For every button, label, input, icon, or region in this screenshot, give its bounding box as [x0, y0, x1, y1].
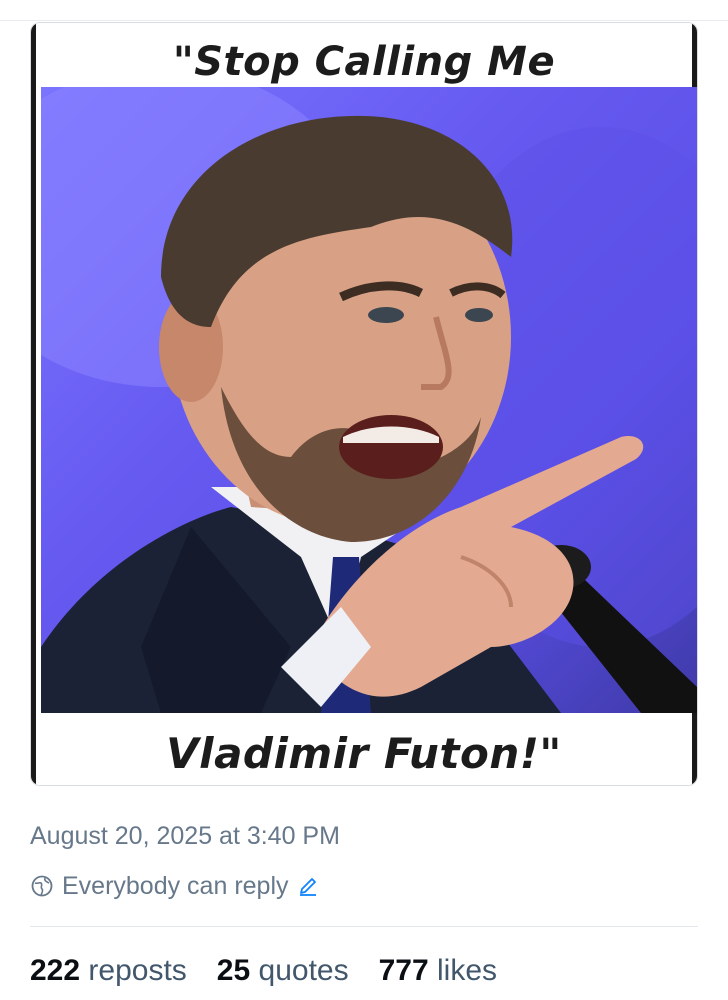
post-timestamp: August 20, 2025 at 3:40 PM	[30, 822, 340, 850]
reply-setting[interactable]: Everybody can reply	[30, 871, 319, 901]
globe-icon	[30, 874, 54, 898]
quotes-count: 25	[216, 954, 251, 987]
post-detail: "Stop Calling Me Vladimir Futon!" August…	[0, 0, 728, 1000]
post-stats: 222 reposts 25 quotes 777 likes	[30, 954, 497, 988]
meme-frame: "Stop Calling Me Vladimir Futon!"	[31, 23, 697, 785]
reposts-label: reposts	[88, 954, 187, 987]
reposts-count: 222	[30, 954, 81, 987]
meme-photo	[41, 87, 697, 713]
likes-label: likes	[437, 954, 498, 987]
likes-count: 777	[378, 954, 429, 987]
pencil-icon[interactable]	[297, 875, 319, 897]
likes-stat[interactable]: 777 likes	[379, 954, 497, 988]
top-divider	[0, 20, 728, 21]
post-image[interactable]: "Stop Calling Me Vladimir Futon!"	[30, 22, 698, 786]
stats-divider	[30, 926, 698, 927]
meme-caption-top: "Stop Calling Me	[172, 39, 556, 85]
quotes-label: quotes	[258, 954, 349, 987]
reply-setting-label: Everybody can reply	[62, 871, 289, 900]
reposts-stat[interactable]: 222 reposts	[30, 954, 187, 988]
meme-caption-bottom: Vladimir Futon!"	[166, 729, 562, 778]
quotes-stat[interactable]: 25 quotes	[217, 954, 349, 988]
